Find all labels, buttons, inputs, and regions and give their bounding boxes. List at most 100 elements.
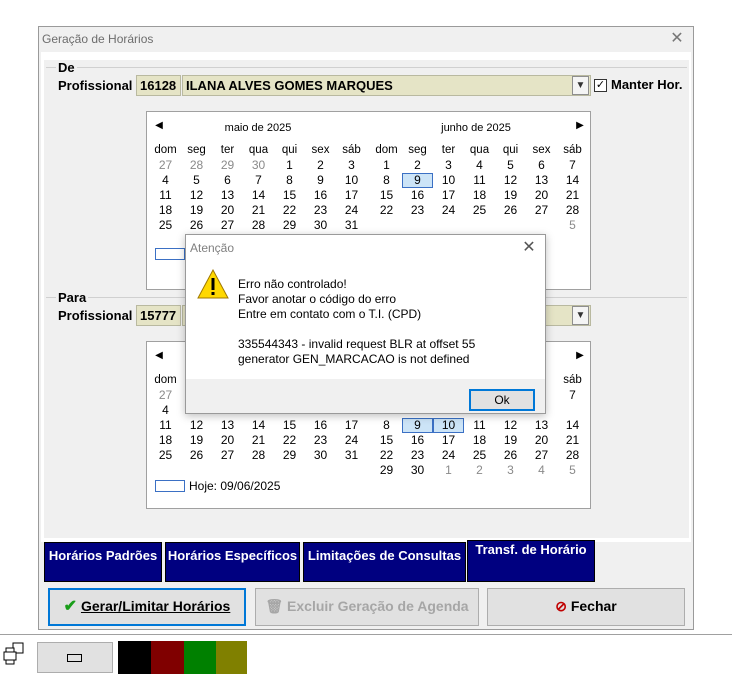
para-prev-month-icon[interactable]: ◀ (153, 350, 165, 362)
day-cell[interactable]: 27 (526, 448, 557, 463)
day-cell[interactable]: 23 (305, 433, 336, 448)
day-cell[interactable]: 25 (464, 203, 495, 218)
para-dropdown-icon[interactable]: ▼ (572, 306, 589, 325)
day-cell[interactable]: 24 (433, 448, 464, 463)
day-cell[interactable]: 12 (181, 418, 212, 433)
day-cell[interactable]: 15 (274, 188, 305, 203)
day-cell[interactable]: 9 (402, 173, 433, 188)
day-cell[interactable]: 4 (150, 173, 181, 188)
printer-icon[interactable] (2, 642, 26, 666)
day-cell[interactable]: 31 (336, 218, 367, 233)
day-cell[interactable]: 22 (274, 203, 305, 218)
tab-transf-horario[interactable]: Transf. de Horário (467, 540, 595, 582)
today-box[interactable] (155, 248, 185, 260)
day-cell[interactable]: 8 (371, 418, 402, 433)
day-cell[interactable]: 23 (305, 203, 336, 218)
para-dom-column[interactable]: dom 27 4 (150, 373, 181, 418)
day-cell[interactable]: 3 (336, 158, 367, 173)
keep-checkbox[interactable]: ✓ (594, 79, 607, 92)
day-cell[interactable]: 17 (336, 418, 367, 433)
day-cell[interactable]: 24 (433, 203, 464, 218)
day-cell[interactable]: 1 (371, 158, 402, 173)
de-name-field[interactable]: ILANA ALVES GOMES MARQUES (182, 75, 591, 96)
day-cell[interactable]: 26 (495, 448, 526, 463)
day-cell[interactable]: 13 (212, 418, 243, 433)
day-cell[interactable]: 7 (243, 173, 274, 188)
day-cell[interactable]: 18 (150, 203, 181, 218)
day-cell[interactable]: 13 (526, 418, 557, 433)
day-cell[interactable]: 21 (557, 433, 588, 448)
color-swatch-maroon[interactable] (151, 641, 184, 674)
day-cell[interactable]: 25 (150, 218, 181, 233)
day-cell[interactable]: 27 (150, 158, 181, 173)
day-cell[interactable]: 27 (526, 203, 557, 218)
day-cell[interactable]: 27 (212, 448, 243, 463)
day-cell[interactable]: 7 (557, 158, 588, 173)
day-cell[interactable]: 22 (371, 448, 402, 463)
day-cell[interactable]: 17 (336, 188, 367, 203)
day-cell[interactable]: 16 (305, 418, 336, 433)
color-swatch-green[interactable] (184, 641, 217, 674)
day-cell[interactable]: 12 (495, 173, 526, 188)
day-cell[interactable]: 19 (181, 203, 212, 218)
day-cell[interactable]: 23 (402, 448, 433, 463)
prev-month-icon[interactable]: ◀ (153, 120, 165, 132)
para-today-box[interactable] (155, 480, 185, 492)
day-cell[interactable]: 16 (305, 188, 336, 203)
day-cell[interactable]: 29 (274, 448, 305, 463)
day-cell[interactable]: 17 (433, 433, 464, 448)
day-cell[interactable]: 13 (212, 188, 243, 203)
day-cell[interactable]: 16 (402, 188, 433, 203)
day-cell[interactable]: 23 (402, 203, 433, 218)
day-cell[interactable]: 1 (433, 463, 464, 478)
day-cell[interactable]: 11 (464, 418, 495, 433)
day-cell[interactable]: 14 (243, 188, 274, 203)
day-cell[interactable]: 30 (305, 218, 336, 233)
day-cell[interactable]: 10 (336, 173, 367, 188)
delete-generation-button[interactable]: 🗑 Excluir Geração de Agenda (255, 588, 479, 626)
tab-limitacoes-consultas[interactable]: Limitações de Consultas (303, 542, 466, 582)
day-cell[interactable]: 30 (243, 158, 274, 173)
day-cell[interactable]: 11 (464, 173, 495, 188)
day-cell[interactable]: 29 (371, 463, 402, 478)
day-cell[interactable]: 3 (495, 463, 526, 478)
day-cell[interactable]: 25 (150, 448, 181, 463)
day-cell[interactable]: 12 (495, 418, 526, 433)
day-cell[interactable]: 20 (212, 433, 243, 448)
color-swatch-olive[interactable] (216, 641, 247, 674)
day-cell[interactable]: 8 (274, 173, 305, 188)
day-cell[interactable]: 15 (371, 433, 402, 448)
day-cell[interactable]: 6 (212, 173, 243, 188)
day-cell[interactable]: 28 (243, 218, 274, 233)
day-cell[interactable]: 28 (243, 448, 274, 463)
day-cell[interactable]: 18 (464, 188, 495, 203)
day-cell[interactable]: 1 (274, 158, 305, 173)
day-cell[interactable]: 11 (150, 418, 181, 433)
day-cell[interactable]: 10 (433, 173, 464, 188)
may-grid[interactable]: dom seg ter qua qui sex sáb 27 28 29 30 1 2 3 4 5 6 7 8 9 10… (150, 143, 367, 233)
para-code-field[interactable]: 15777 (136, 305, 181, 326)
day-cell[interactable]: 13 (526, 173, 557, 188)
day-cell[interactable]: 14 (557, 173, 588, 188)
day-cell[interactable]: 26 (495, 203, 526, 218)
dialog-close-icon[interactable]: ✕ (519, 237, 539, 259)
day-cell[interactable]: 26 (181, 448, 212, 463)
day-cell[interactable]: 5 (181, 173, 212, 188)
day-cell[interactable]: 14 (557, 418, 588, 433)
day-cell[interactable]: 4 (526, 463, 557, 478)
day-cell[interactable]: 8 (371, 173, 402, 188)
day-cell[interactable]: 21 (243, 203, 274, 218)
close-button[interactable]: ⊘ Fechar (487, 588, 685, 626)
de-dropdown-icon[interactable]: ▼ (572, 76, 589, 95)
para-next-month-icon[interactable]: ▶ (574, 350, 586, 362)
day-cell[interactable]: 16 (402, 433, 433, 448)
day-cell[interactable]: 20 (526, 188, 557, 203)
para-may-grid[interactable]: 11 12 13 14 15 16 17 18 19 20 21 22 23 24 25 26 27 28 29 30… (150, 418, 367, 463)
day-cell[interactable]: 20 (526, 433, 557, 448)
day-cell[interactable]: 4 (150, 403, 181, 418)
june-grid[interactable]: dom seg ter qua qui sex sáb 1 2 3 4 5 6 7 8 9 10 11 12 13 14… (371, 143, 588, 233)
day-cell[interactable]: 24 (336, 433, 367, 448)
day-cell[interactable]: 7 (557, 388, 588, 403)
day-cell[interactable]: 5 (557, 218, 588, 233)
day-cell[interactable]: 22 (371, 203, 402, 218)
